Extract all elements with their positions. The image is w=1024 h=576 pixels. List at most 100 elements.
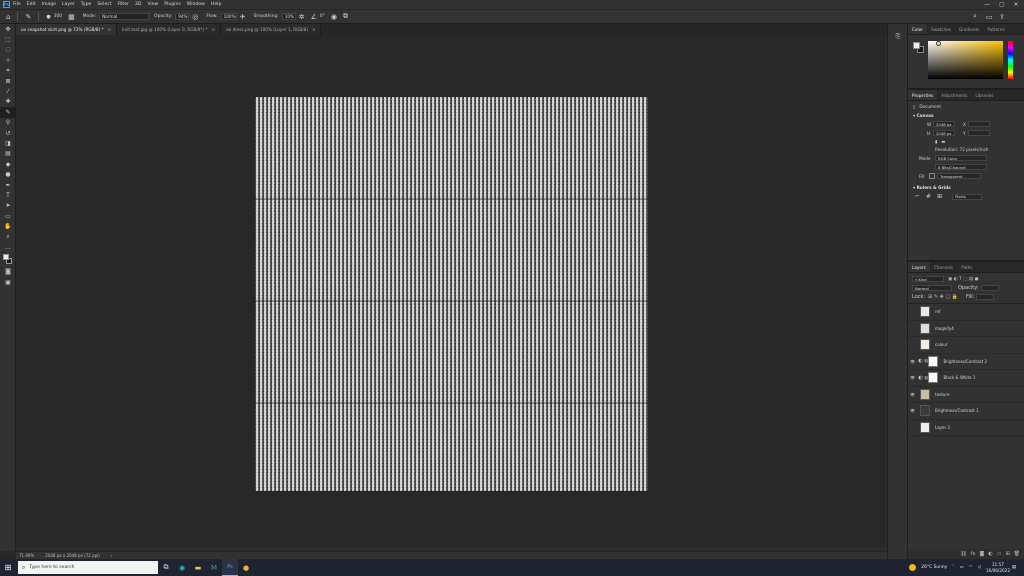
share-icon[interactable]: ⇪ (999, 13, 1005, 21)
tray-chevron-icon[interactable]: ˄ (952, 565, 954, 570)
weather-text[interactable]: 26°C Sunny (921, 565, 947, 570)
photoshop-taskbar-icon[interactable]: Ps (222, 559, 238, 576)
symmetry-icon[interactable]: ⧉ (343, 12, 348, 21)
canvas-section-title[interactable]: ▾ Canvas (913, 113, 1019, 118)
color-picker-ring[interactable] (936, 41, 941, 46)
visibility-eye-icon[interactable]: 👁 (908, 359, 917, 364)
brush-tool-icon[interactable]: ✎ (0, 107, 16, 118)
tab-paths[interactable]: Paths (957, 262, 976, 272)
pen-tool-icon[interactable]: ✒ (0, 180, 16, 190)
layer-thumbnail[interactable] (920, 339, 930, 351)
menu-edit[interactable]: Edit (27, 2, 36, 7)
hue-slider[interactable] (1008, 41, 1013, 79)
quick-select-tool-icon[interactable]: ✧ (0, 55, 16, 65)
brush-tool-icon[interactable]: ✎ (25, 13, 31, 21)
tab-color[interactable]: Color (908, 24, 927, 34)
flow-field[interactable]: 100% (220, 13, 237, 20)
new-adjustment-icon[interactable]: ◐ (988, 551, 992, 557)
layer-thumbnail[interactable] (920, 322, 930, 334)
menu-image[interactable]: Image (42, 2, 56, 7)
path-selection-tool-icon[interactable]: ➤ (0, 201, 16, 211)
close-window-button[interactable]: ✕ (1009, 0, 1023, 9)
edge-icon[interactable]: ◉ (174, 559, 190, 576)
tab-patterns[interactable]: Patterns (983, 24, 1008, 34)
layer-mask-thumbnail[interactable] (928, 372, 939, 384)
knit-texture-canvas[interactable] (255, 97, 648, 491)
delete-layer-icon[interactable]: 🗑 (1014, 551, 1020, 557)
mode-select[interactable]: Normal (99, 13, 150, 20)
more-tools-icon[interactable]: … (0, 242, 16, 252)
autodesk-icon[interactable]: M (206, 559, 222, 576)
menu-layer[interactable]: Layer (62, 2, 75, 7)
marquee-tool-icon[interactable]: ⬚ (0, 34, 16, 44)
layer-row[interactable]: colour (908, 337, 1024, 354)
brush-settings-icon[interactable]: ▦ (68, 13, 75, 21)
layer-row[interactable]: magnify4 (908, 321, 1024, 337)
rectangle-tool-icon[interactable]: ▭ (0, 211, 16, 221)
pressure-size-icon[interactable]: ◉ (331, 13, 337, 21)
history-brush-tool-icon[interactable]: ↺ (0, 128, 16, 138)
minimize-button[interactable]: — (980, 0, 994, 9)
color-mode-select[interactable]: RGB Color (935, 155, 987, 161)
tab-channels[interactable]: Channels (930, 262, 957, 272)
close-tab-icon[interactable]: × (212, 27, 216, 32)
move-tool-icon[interactable]: ✥ (0, 24, 16, 34)
layer-row[interactable]: ref (908, 304, 1024, 321)
home-icon[interactable]: ⌂ (6, 13, 10, 21)
foreground-color-swatch[interactable] (913, 42, 920, 49)
layer-mask-thumbnail[interactable] (928, 355, 939, 367)
tab-layers[interactable]: Layers (908, 262, 930, 272)
history-panel-icon[interactable]: ⎘ (888, 32, 908, 42)
chrome-icon[interactable]: ● (238, 559, 254, 576)
dodge-tool-icon[interactable]: ● (0, 169, 16, 179)
smoothing-options-icon[interactable]: ✲ (299, 13, 305, 21)
crop-tool-icon[interactable]: ⌗ (0, 66, 16, 76)
blend-mode-select[interactable]: Normal (912, 285, 952, 291)
windows-start-icon[interactable]: ⊞ (2, 559, 14, 576)
frame-tool-icon[interactable]: ⊠ (0, 76, 16, 86)
pressure-opacity-icon[interactable]: ◎ (192, 13, 198, 21)
fill-swatch[interactable] (929, 173, 935, 179)
workspace-icon[interactable]: ▭ (986, 13, 993, 21)
close-tab-icon[interactable]: × (108, 27, 112, 32)
layer-thumbnail[interactable] (920, 388, 930, 400)
tab-ao-dress[interactable]: ao dress.png @ 100% (Layer 1, RGB/8) × (221, 24, 322, 35)
layer-fill-field[interactable] (976, 294, 995, 300)
airbrush-icon[interactable]: ✈ (240, 13, 246, 21)
brush-preset-icon[interactable]: ● (46, 14, 50, 20)
opacity-field[interactable]: 94% (175, 13, 190, 20)
task-view-icon[interactable]: ⧉ (158, 559, 174, 576)
visibility-eye-icon[interactable]: 👁 (908, 375, 917, 380)
layer-thumbnail[interactable] (920, 306, 930, 318)
visibility-eye-icon[interactable]: 👁 (908, 392, 917, 397)
visibility-eye-icon[interactable]: 👁 (908, 408, 917, 413)
tab-knit-test[interactable]: knit test.jpg @ 100% (Layer 0, RGB/8*) *… (117, 24, 222, 35)
layer-thumbnail[interactable] (920, 405, 930, 417)
blur-tool-icon[interactable]: ◆ (0, 159, 16, 169)
layer-row[interactable]: 👁 texture (908, 387, 1024, 403)
add-mask-icon[interactable]: ◙ (979, 551, 984, 557)
menu-file[interactable]: File (13, 2, 21, 7)
screen-mode-icon[interactable]: ▣ (0, 277, 16, 287)
width-field[interactable]: 2048 px (933, 121, 955, 127)
wifi-icon[interactable]: ◠ (969, 565, 973, 570)
close-tab-icon[interactable]: × (312, 27, 316, 32)
tab-swatches[interactable]: Swatches (927, 24, 955, 34)
tab-libraries[interactable]: Libraries (971, 90, 997, 100)
landscape-icon[interactable]: ▬ (941, 139, 945, 144)
new-layer-icon[interactable]: ⊞ (1005, 551, 1009, 557)
color-picker-field[interactable] (928, 41, 1003, 79)
layer-row[interactable]: Layer 3 (908, 420, 1024, 436)
menu-plugins[interactable]: Plugins (164, 2, 180, 7)
grid-icon[interactable]: # (926, 193, 931, 200)
tab-adjustments[interactable]: Adjustments (937, 90, 971, 100)
clock[interactable]: 11:57 16/06/2022 (986, 562, 1010, 573)
tab-gradients[interactable]: Gradients (955, 24, 983, 34)
quick-mask-icon[interactable]: ◙ (0, 267, 16, 277)
clone-stamp-tool-icon[interactable]: ⚲ (0, 118, 16, 128)
type-tool-icon[interactable]: T (0, 190, 16, 200)
lasso-tool-icon[interactable]: ◌ (0, 45, 16, 55)
layer-row[interactable]: 👁 ◐ ⛓ Black & White 1 (908, 370, 1024, 387)
menu-help[interactable]: Help (211, 2, 221, 7)
menu-3d[interactable]: 3D (135, 2, 141, 7)
